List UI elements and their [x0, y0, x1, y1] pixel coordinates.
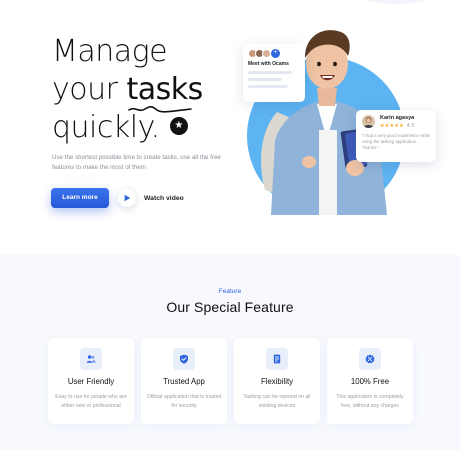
- feature-card-free: 100% Free This application is completely…: [327, 338, 413, 424]
- avatar: [262, 49, 271, 58]
- headline-line-1: Manage: [52, 34, 168, 69]
- feature-card-description: This application is completely free, wit…: [336, 394, 404, 409]
- hero-section: Manage your tasks quickly. ★ Use the shor…: [0, 0, 460, 255]
- shield-check-icon: [173, 348, 195, 370]
- review-text: "I had a very good experience while usin…: [362, 133, 430, 151]
- headline-line-2-prefix: your: [52, 72, 127, 107]
- document-icon: [266, 348, 288, 370]
- watch-video-link[interactable]: Watch video: [118, 188, 184, 208]
- play-icon[interactable]: [118, 189, 136, 207]
- rating-score: 4.5: [406, 123, 415, 129]
- feature-card-trusted-app: Trusted App Official application that is…: [141, 338, 227, 424]
- feature-card-title: 100% Free: [350, 377, 390, 386]
- section-eyebrow: Feature: [218, 288, 242, 295]
- headline-highlight-word: tasks: [126, 71, 204, 113]
- headline-line-3-text: quickly.: [52, 110, 160, 145]
- hero-description: Use the shortest possible time to create…: [52, 154, 221, 171]
- add-attendee-button[interactable]: +: [271, 49, 280, 58]
- feature-card-title: Flexibility: [260, 377, 294, 386]
- reviewer-name: Karin agasya: [380, 115, 415, 121]
- star-icon: ★: [169, 116, 188, 135]
- feature-card-flexibility: Flexibility Tasking can be opened on all…: [234, 338, 320, 424]
- section-title: Our Special Feature: [166, 299, 294, 315]
- feature-card-description: Official application that is trusted for…: [146, 394, 222, 409]
- review-header: Karin agasya ★★★★★ 4.5: [362, 115, 430, 129]
- feature-card-title: User Friendly: [67, 377, 115, 386]
- hero-headline: Manage your tasks quickly. ★: [52, 33, 203, 147]
- placeholder-line: [248, 85, 288, 88]
- placeholder-line: [248, 78, 282, 81]
- feature-card-user-friendly: User Friendly Easy to use for people who…: [48, 338, 134, 424]
- headline-line-2: your tasks: [52, 71, 204, 113]
- users-icon: [80, 348, 102, 370]
- decorative-blob: [362, 0, 432, 4]
- watch-video-label: Watch video: [144, 194, 184, 202]
- star-rating-icon: ★★★★★: [380, 123, 404, 129]
- headline-highlight-text: tasks: [126, 72, 204, 107]
- feature-card-description: Easy to use for people who are either ne…: [55, 394, 127, 409]
- review-card: Karin agasya ★★★★★ 4.5 "I had a very good…: [356, 110, 436, 162]
- feature-card-title: Trusted App: [163, 377, 205, 386]
- rating-stars: ★★★★★ 4.5: [380, 123, 415, 129]
- feature-card-description: Tasking can be opened on all existing de…: [243, 394, 311, 409]
- squiggle-underline-icon: [127, 105, 192, 113]
- learn-more-button[interactable]: Learn more: [51, 188, 109, 208]
- reviewer-avatar: [362, 115, 375, 128]
- placeholder-line: [248, 71, 292, 74]
- features-section: Feature Our Special Feature User Friendl…: [0, 255, 460, 450]
- meeting-card: + Meet with Ocams: [243, 44, 305, 102]
- reviewer-meta: Karin agasya ★★★★★ 4.5: [380, 115, 415, 129]
- discount-badge-icon: [359, 348, 381, 370]
- attendee-avatars: +: [248, 49, 300, 58]
- meeting-title: Meet with Ocams: [248, 61, 289, 67]
